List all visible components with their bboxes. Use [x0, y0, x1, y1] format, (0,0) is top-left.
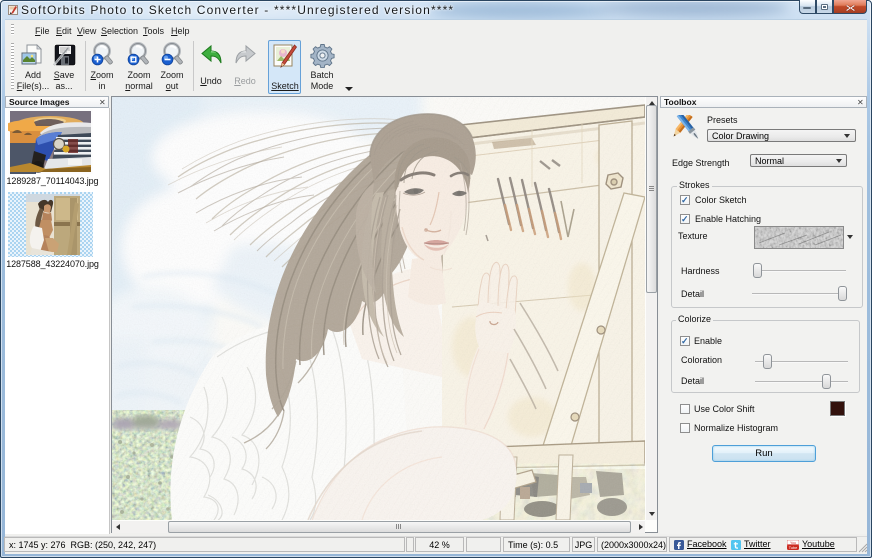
- svg-text:You: You: [790, 541, 796, 545]
- svg-text:Tube: Tube: [789, 546, 798, 550]
